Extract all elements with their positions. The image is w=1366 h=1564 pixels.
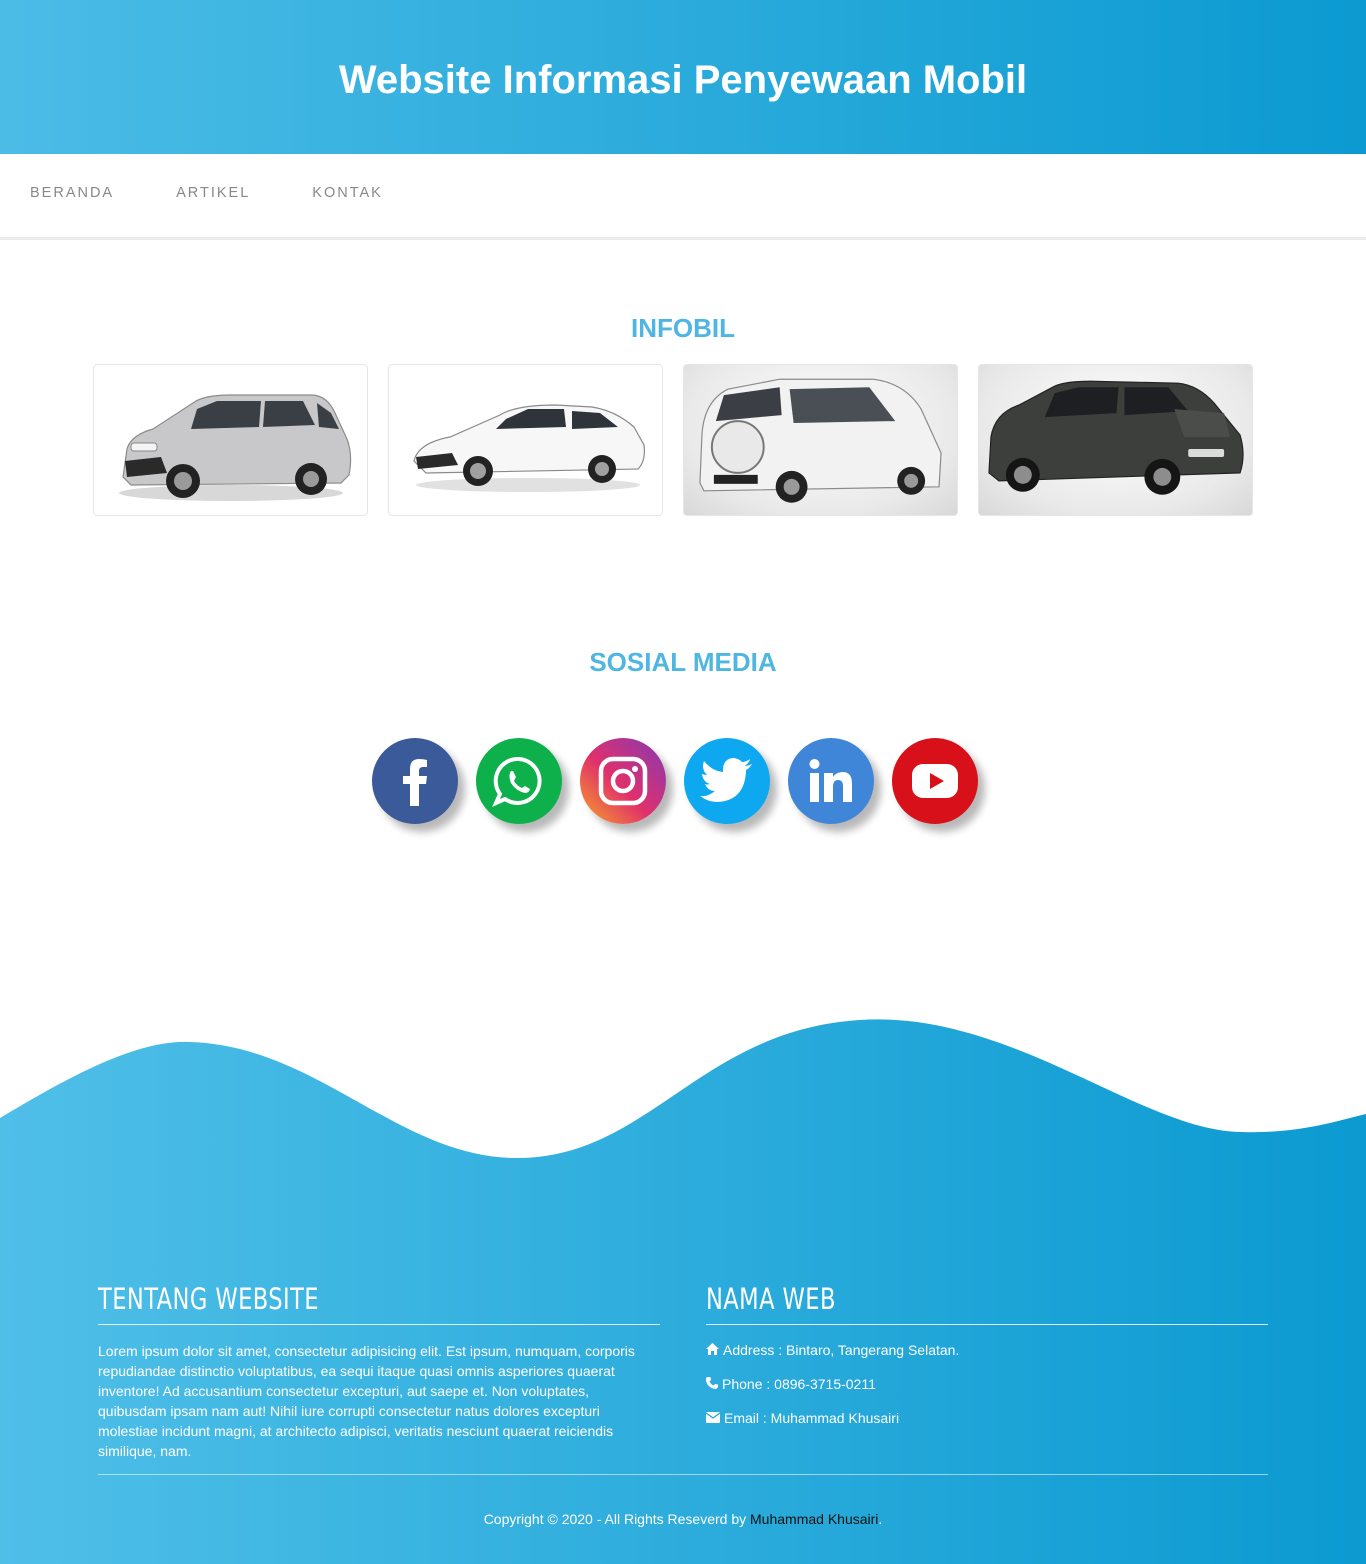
email-line: Email : Muhammad Khusairi xyxy=(705,1409,1268,1427)
footer-web-title: NAMA WEB xyxy=(706,1282,836,1316)
footer-bottom-divider xyxy=(98,1474,1268,1475)
car-card-mpv[interactable] xyxy=(93,364,368,516)
nav-item-beranda[interactable]: BERANDA xyxy=(30,185,114,201)
copyright-prefix: Copyright © 2020 - All Rights Reseverd b… xyxy=(483,1511,751,1527)
car-gallery xyxy=(93,364,1253,516)
nav-item-artikel[interactable]: ARTIKEL xyxy=(176,185,250,201)
infobil-title: INFOBIL xyxy=(631,313,735,343)
copyright-author-link[interactable]: Muhammad Khusairi xyxy=(750,1511,878,1527)
instagram-icon[interactable] xyxy=(580,738,666,824)
car-image-silver-mpv xyxy=(118,394,351,501)
twitter-icon[interactable] xyxy=(684,738,770,824)
copyright: Copyright © 2020 - All Rights Reseverd b… xyxy=(0,1511,1366,1527)
car-card-terios[interactable] xyxy=(683,364,958,516)
footer-about-text: Lorem ipsum dolor sit amet, consectetur … xyxy=(98,1343,635,1459)
car-card-sedan[interactable] xyxy=(388,364,663,516)
youtube-icon[interactable] xyxy=(892,738,978,824)
email-text: Email : Muhammad Khusairi xyxy=(724,1410,900,1426)
social-icons xyxy=(372,738,978,824)
phone-line: Phone : 0896-3715-0211 xyxy=(706,1375,1268,1393)
phone-icon xyxy=(706,1376,718,1392)
envelope-icon xyxy=(705,1410,721,1426)
home-icon xyxy=(706,1342,719,1358)
footer-web-info: NAMA WEB Address : Bintaro, Tangerang Se… xyxy=(705,1282,1268,1443)
site-header: Website Informasi Penyewaan Mobil xyxy=(0,0,1366,154)
social-title: SOSIAL MEDIA xyxy=(589,647,777,677)
address-line: Address : Bintaro, Tangerang Selatan. xyxy=(706,1341,1268,1359)
linkedin-icon[interactable] xyxy=(788,738,874,824)
footer-about: TENTANG WEBSITE Lorem ipsum dolor sit am… xyxy=(98,1282,660,1461)
facebook-icon[interactable] xyxy=(372,738,458,824)
car-card-brv[interactable] xyxy=(978,364,1253,516)
copyright-suffix: . xyxy=(878,1511,883,1527)
main-nav: BERANDA ARTIKEL KONTAK xyxy=(0,154,1366,240)
footer-about-divider xyxy=(98,1324,660,1325)
site-title: Website Informasi Penyewaan Mobil xyxy=(338,57,1028,102)
nav-item-kontak[interactable]: KONTAK xyxy=(312,185,383,201)
car-image-dark-suv xyxy=(988,380,1244,495)
phone-text: Phone : 0896-3715-0211 xyxy=(722,1376,876,1392)
car-image-white-sedan xyxy=(412,404,645,492)
footer-web-divider xyxy=(706,1324,1268,1325)
car-image-white-suv xyxy=(699,378,942,503)
address-text: Address : Bintaro, Tangerang Selatan. xyxy=(723,1342,960,1358)
footer-about-title: TENTANG WEBSITE xyxy=(98,1282,319,1316)
whatsapp-icon[interactable] xyxy=(476,738,562,824)
